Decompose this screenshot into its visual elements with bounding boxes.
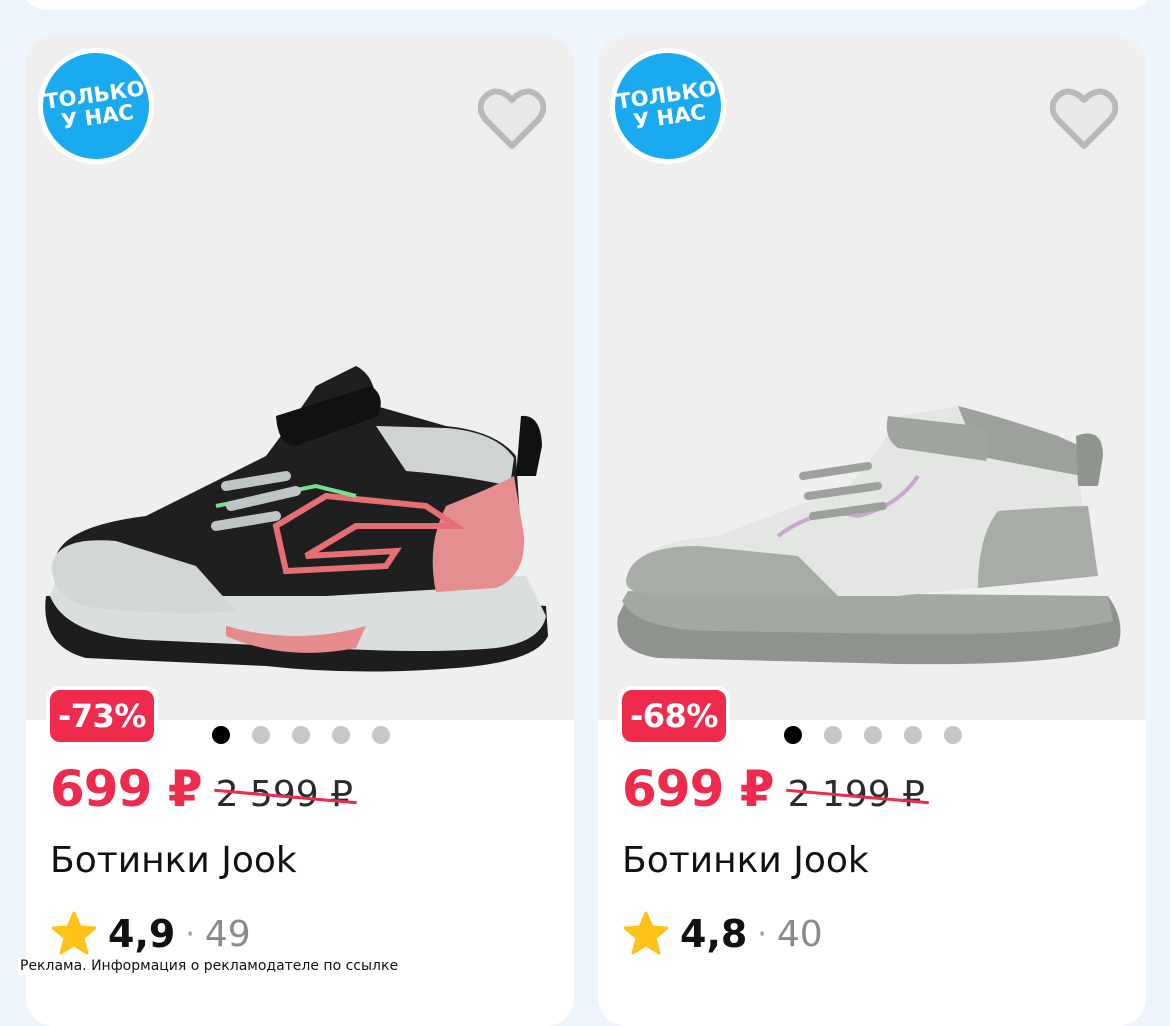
- heart-outline-icon[interactable]: [1050, 88, 1118, 150]
- star-icon: [623, 911, 669, 955]
- pagination-dot[interactable]: [864, 726, 882, 744]
- product-image[interactable]: ТОЛЬКО У НАС: [598, 36, 1146, 720]
- ad-disclosure-note[interactable]: Реклама. Информация о рекламодателе по с…: [18, 957, 401, 975]
- pagination-dot[interactable]: [904, 726, 922, 744]
- image-pagination[interactable]: [784, 726, 962, 744]
- rating-row: 4,9 · 49: [50, 910, 251, 958]
- price-row: 699 ₽ 2 199 ₽: [622, 760, 929, 818]
- discount-badge: -73%: [46, 686, 158, 746]
- reviews-count: 49: [204, 913, 251, 955]
- product-card[interactable]: ТОЛЬКО У НАС -73% 699 ₽ 2 599 ₽ Ботинки …: [26, 36, 574, 1026]
- search-bar-remnant[interactable]: [22, 0, 1152, 10]
- discount-badge: -68%: [618, 686, 730, 746]
- pagination-dot[interactable]: [332, 726, 350, 744]
- rating-row: 4,8 · 40: [622, 910, 823, 958]
- rating-value: 4,8: [680, 912, 748, 956]
- current-price: 699 ₽: [622, 760, 775, 818]
- product-title[interactable]: Ботинки Jook: [622, 840, 869, 881]
- pagination-dot[interactable]: [372, 726, 390, 744]
- rating-value: 4,9: [108, 912, 176, 956]
- star-icon: [51, 911, 97, 955]
- pagination-dot[interactable]: [824, 726, 842, 744]
- product-image[interactable]: ТОЛЬКО У НАС: [26, 36, 574, 720]
- reviews-count: 40: [776, 913, 823, 955]
- pagination-dot[interactable]: [212, 726, 230, 744]
- pagination-dot[interactable]: [784, 726, 802, 744]
- old-price: 2 199 ₽: [785, 774, 929, 815]
- separator-dot: ·: [185, 916, 195, 952]
- current-price: 699 ₽: [50, 760, 203, 818]
- pagination-dot[interactable]: [944, 726, 962, 744]
- product-title[interactable]: Ботинки Jook: [50, 840, 297, 881]
- old-price: 2 599 ₽: [213, 774, 357, 815]
- image-pagination[interactable]: [212, 726, 390, 744]
- separator-dot: ·: [757, 916, 767, 952]
- product-card[interactable]: ТОЛЬКО У НАС -68% 699 ₽ 2 199 ₽ Ботинки …: [598, 36, 1146, 1026]
- pagination-dot[interactable]: [292, 726, 310, 744]
- heart-outline-icon[interactable]: [478, 88, 546, 150]
- pagination-dot[interactable]: [252, 726, 270, 744]
- price-row: 699 ₽ 2 599 ₽: [50, 760, 357, 818]
